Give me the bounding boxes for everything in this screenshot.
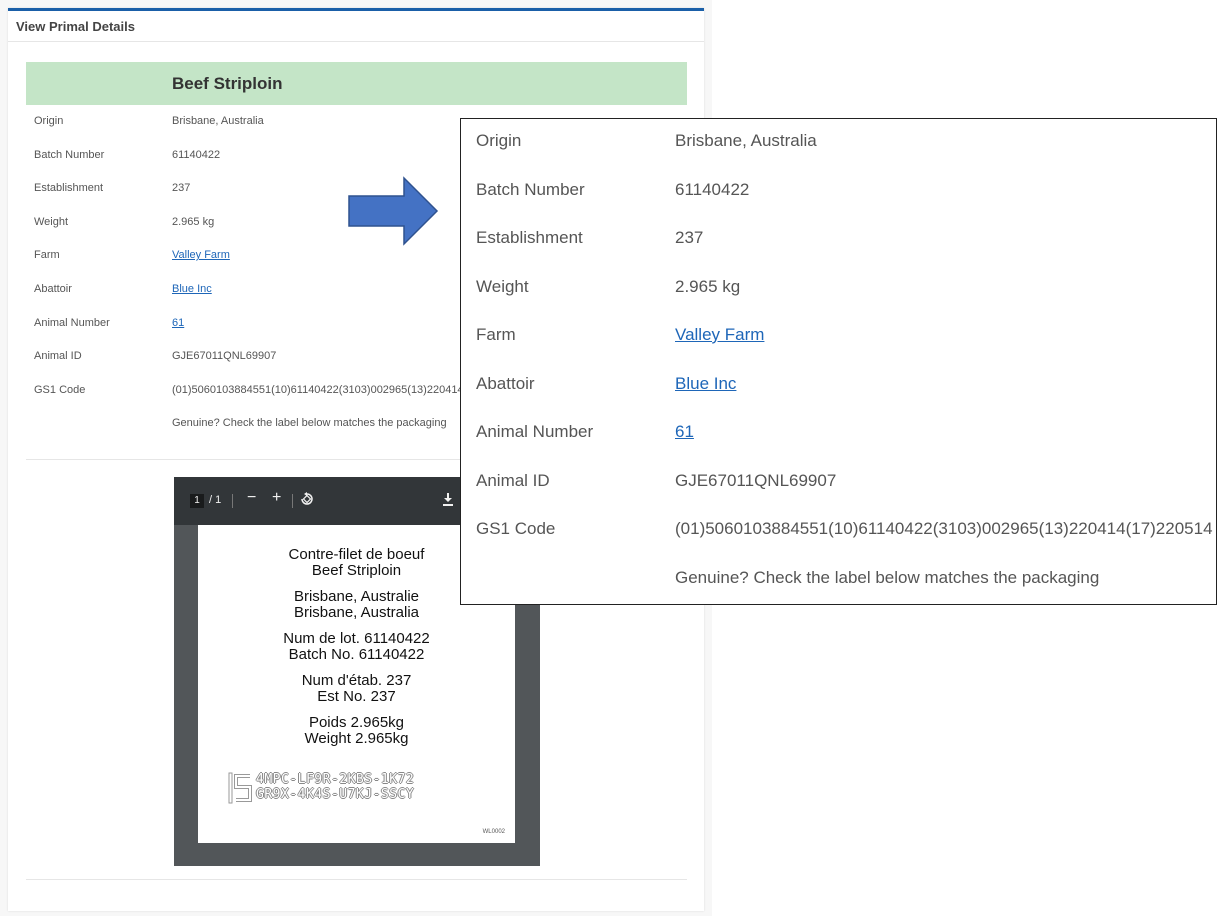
detail-value: 237	[172, 182, 191, 195]
detail-value: 61140422	[172, 148, 221, 161]
security-code: 4MPC-LF9R-2KBS-1K72 GR9X-4K4S-U7KJ-SSCY	[228, 772, 488, 806]
plus-icon[interactable]: +	[272, 490, 281, 506]
detail-value: Brisbane, Australia	[675, 131, 817, 150]
detail-value: Brisbane, Australia	[172, 115, 264, 127]
detail-label: Animal Number	[476, 422, 594, 441]
detail-label: Batch Number	[34, 148, 105, 161]
detail-value: 237	[675, 228, 704, 247]
zoom-row-origin: Origin Brisbane, Australia	[461, 119, 1216, 167]
page-count: / 1	[209, 494, 222, 506]
animal-number-link[interactable]: 61	[172, 317, 184, 329]
toolbar-separator	[232, 494, 233, 508]
zoom-row-weight: Weight 2.965 kg	[461, 265, 1216, 313]
label-text: Num de lot. 61140422	[283, 630, 430, 647]
genuine-note: Genuine? Check the label below matches t…	[675, 567, 1100, 587]
product-name: Beef Striploin	[172, 74, 283, 93]
label-text: Est No. 237	[317, 688, 396, 705]
label-text: Batch No. 61140422	[288, 646, 425, 663]
detail-label: Establishment	[34, 182, 104, 195]
zoom-row-gs1-code: GS1 Code (01)5060103884551(10)61140422(3…	[461, 507, 1216, 555]
label-establishment: Num d'étab. 237 Est No. 237	[198, 673, 515, 705]
security-code-text: 4MPC-LF9R-2KBS-1K72 GR9X-4K4S-U7KJ-SSCY	[256, 772, 414, 802]
abattoir-link[interactable]: Blue Inc	[675, 374, 736, 393]
code-logo-icon	[228, 772, 252, 804]
detail-label: Abattoir	[34, 282, 72, 295]
detail-value: GJE67011QNL69907	[675, 470, 837, 490]
detail-label: GS1 Code	[476, 519, 556, 538]
zoom-row-animal-number: Animal Number 61	[461, 410, 1216, 458]
detail-value: GJE67011QNL69907	[172, 350, 277, 363]
detail-label: Farm	[34, 249, 60, 262]
detail-value: 2.965 kg	[675, 276, 741, 296]
detail-label: Batch Number	[476, 179, 585, 199]
label-text: Brisbane, Australia	[293, 604, 420, 621]
download-icon[interactable]	[442, 492, 454, 510]
abattoir-link[interactable]: Blue Inc	[172, 283, 212, 295]
product-header: Beef Striploin	[26, 62, 687, 105]
animal-number-link[interactable]: 61	[675, 422, 694, 441]
detail-label: GS1 Code	[34, 383, 86, 396]
label-text: Num d'étab. 237	[301, 672, 412, 689]
divider	[8, 41, 704, 42]
rotate-icon[interactable]	[300, 492, 314, 510]
label-text: Weight 2.965kg	[304, 730, 409, 747]
panel-title: View Primal Details	[16, 19, 135, 34]
arrow-right-icon	[348, 176, 439, 246]
detail-label: Establishment	[476, 228, 583, 247]
zoomed-details-callout: Origin Brisbane, Australia Batch Number …	[460, 118, 1217, 605]
detail-label: Animal ID	[476, 470, 550, 490]
detail-value: 2.965 kg	[172, 215, 215, 228]
genuine-note: Genuine? Check the label below matches t…	[172, 417, 447, 430]
farm-link[interactable]: Valley Farm	[172, 249, 230, 261]
label-weight: Poids 2.965kg Weight 2.965kg	[198, 715, 515, 747]
zoom-row-batch-number: Batch Number 61140422	[461, 168, 1216, 216]
detail-label: Weight	[476, 276, 529, 296]
detail-label: Origin	[34, 115, 64, 127]
detail-label: Animal Number	[34, 316, 110, 329]
detail-label: Farm	[476, 325, 516, 344]
page-number-input[interactable]: 1	[190, 494, 204, 508]
detail-label: Animal ID	[34, 350, 82, 363]
detail-value: (01)5060103884551(10)61140422(3103)00296…	[675, 519, 1213, 538]
detail-label: Origin	[476, 131, 522, 150]
detail-label: Abattoir	[476, 373, 535, 393]
zoom-row-farm: Farm Valley Farm	[461, 313, 1216, 361]
zoom-row-abattoir: Abattoir Blue Inc	[461, 362, 1216, 410]
label-footer-code: WL0002	[482, 829, 505, 835]
minus-icon[interactable]: −	[247, 490, 256, 506]
detail-value: 61140422	[675, 179, 750, 199]
code-line: 4MPC-LF9R-2KBS-1K72	[256, 772, 415, 787]
label-text: Poids 2.965kg	[308, 714, 405, 731]
zoom-row-establishment: Establishment 237	[461, 216, 1216, 264]
zoom-row-animal-id: Animal ID GJE67011QNL69907	[461, 459, 1216, 507]
label-batch: Num de lot. 61140422 Batch No. 61140422	[198, 631, 515, 663]
code-line: GR9X-4K4S-U7KJ-SSCY	[256, 787, 415, 802]
zoom-row-genuine-note: Genuine? Check the label below matches t…	[461, 556, 1216, 604]
detail-label: Weight	[34, 215, 69, 228]
farm-link[interactable]: Valley Farm	[675, 325, 764, 344]
divider	[26, 879, 687, 880]
toolbar-separator	[292, 494, 293, 508]
